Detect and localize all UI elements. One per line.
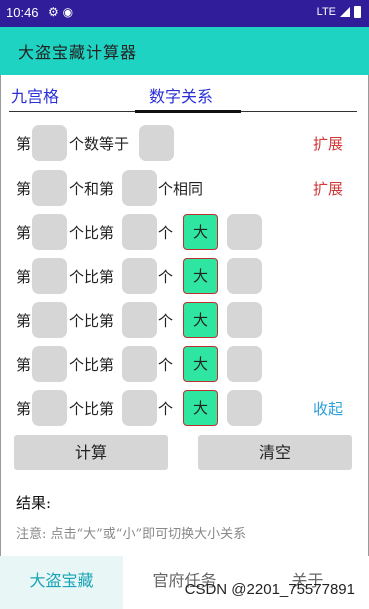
hint-note: 注意: 点击“大”或“小”即可切换大小关系: [16, 527, 247, 542]
row-mid-label: 个比第: [69, 224, 115, 242]
status-bar: 10:46 ⚙ ◉ LTE: [0, 0, 369, 27]
difference-input[interactable]: [227, 258, 262, 294]
position-a-input[interactable]: [32, 346, 67, 382]
collapse-link[interactable]: 收起: [313, 398, 343, 419]
network-type: LTE: [316, 6, 336, 18]
calculate-button[interactable]: 计算: [14, 435, 168, 470]
row-prefix: 第: [16, 400, 32, 418]
row-suffix-label: 个: [158, 312, 174, 330]
compare-row: 第 个比第 个 大: [15, 214, 355, 250]
position-b-input[interactable]: [122, 258, 157, 294]
row-mid-label: 个比第: [69, 312, 115, 330]
tab-nine-grid[interactable]: 九宫格: [11, 83, 59, 107]
compare-row: 第 个比第 个 大: [15, 258, 355, 294]
difference-input[interactable]: [227, 302, 262, 338]
result-label: 结果:: [16, 494, 52, 512]
expand-link[interactable]: 扩展: [313, 133, 343, 154]
equals-row: 第 个数等于 扩展: [15, 125, 355, 161]
relation-toggle[interactable]: 大: [183, 346, 218, 382]
settings-notification-icon: ⚙ ◉: [48, 5, 74, 19]
row-prefix: 第: [16, 268, 32, 286]
tab-bar: 九宫格 数字关系: [9, 83, 357, 113]
relation-toggle[interactable]: 大: [183, 302, 218, 338]
same-row: 第 个和第 个相同 扩展: [15, 170, 355, 206]
position-input[interactable]: [32, 125, 67, 161]
row-mid-label: 个数等于: [69, 135, 130, 153]
app-bar: 大盗宝藏计算器: [0, 27, 369, 75]
row-prefix: 第: [16, 224, 32, 242]
position-a-input[interactable]: [32, 302, 67, 338]
row-prefix: 第: [16, 312, 32, 330]
status-time: 10:46: [6, 5, 39, 20]
position-b-input[interactable]: [122, 302, 157, 338]
relation-toggle[interactable]: 大: [183, 390, 218, 426]
position-a-input[interactable]: [32, 258, 67, 294]
position-b-input[interactable]: [122, 390, 157, 426]
row-prefix: 第: [16, 180, 32, 198]
status-indicators: LTE: [317, 6, 361, 18]
row-suffix-label: 个: [158, 224, 174, 242]
difference-input[interactable]: [227, 390, 262, 426]
battery-icon: [354, 6, 361, 18]
compare-row: 第 个比第 个 大: [15, 302, 355, 338]
row-mid-label: 个比第: [69, 356, 115, 374]
relation-toggle[interactable]: 大: [183, 258, 218, 294]
nav-treasure[interactable]: 大盗宝藏: [0, 556, 123, 609]
value-input[interactable]: [139, 125, 174, 161]
compare-row: 第 个比第 个 大 收起: [15, 390, 355, 426]
row-suffix-label: 个: [158, 356, 174, 374]
position-a-input[interactable]: [32, 214, 67, 250]
position-a-input[interactable]: [32, 170, 67, 206]
active-tab-indicator: [135, 110, 241, 113]
row-suffix-label: 个: [158, 268, 174, 286]
difference-input[interactable]: [227, 214, 262, 250]
watermark: CSDN @2201_75577891: [184, 581, 355, 598]
position-b-input[interactable]: [122, 346, 157, 382]
row-mid-label: 个和第: [69, 180, 115, 198]
compare-row: 第 个比第 个 大: [15, 346, 355, 382]
position-b-input[interactable]: [122, 170, 157, 206]
position-b-input[interactable]: [122, 214, 157, 250]
row-mid-label: 个比第: [69, 268, 115, 286]
signal-icon: [340, 7, 350, 17]
app-title: 大盗宝藏计算器: [18, 43, 138, 62]
clear-button[interactable]: 清空: [198, 435, 352, 470]
difference-input[interactable]: [227, 346, 262, 382]
tab-number-relation[interactable]: 数字关系: [149, 83, 213, 107]
row-prefix: 第: [16, 135, 32, 153]
row-prefix: 第: [16, 356, 32, 374]
row-suffix-label: 个相同: [158, 180, 204, 198]
row-mid-label: 个比第: [69, 400, 115, 418]
position-a-input[interactable]: [32, 390, 67, 426]
relation-toggle[interactable]: 大: [183, 214, 218, 250]
row-suffix-label: 个: [158, 400, 174, 418]
expand-link[interactable]: 扩展: [313, 178, 343, 199]
